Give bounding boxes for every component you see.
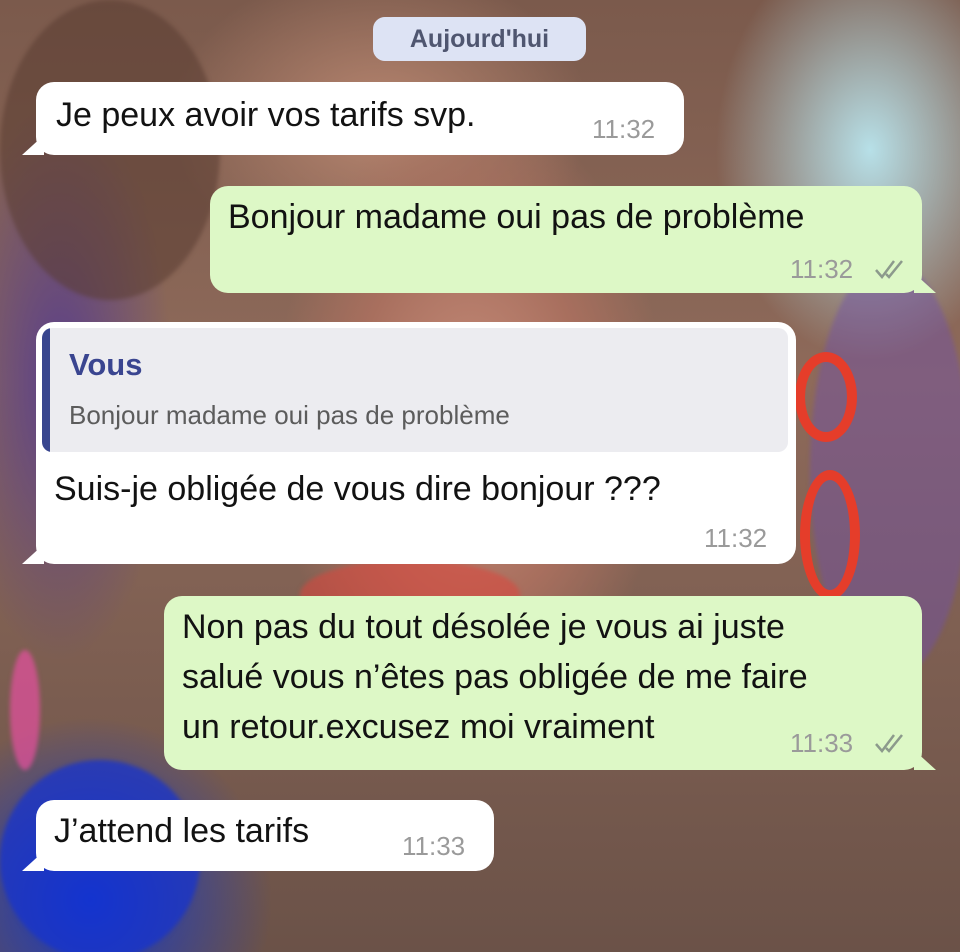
message-text: Suis-je obligée de vous dire bonjour ??? [54, 470, 661, 508]
outgoing-message[interactable]: Bonjour madame oui pas de problème 11:32 [210, 186, 936, 293]
message-time: 11:32 [592, 114, 656, 144]
bubble-tail [22, 135, 44, 155]
message-text: Je peux avoir vos tarifs svp. [56, 96, 476, 134]
bubble-tail [22, 544, 44, 564]
bubble-tail [914, 273, 936, 293]
message-time: 11:33 [402, 831, 466, 861]
message-text: J’attend les tarifs [54, 812, 310, 850]
bubble-tail [22, 851, 44, 871]
quote-accent-bar [42, 328, 50, 452]
incoming-message[interactable]: Je peux avoir vos tarifs svp. 11:32 [22, 82, 684, 155]
quote-text: Bonjour madame oui pas de problème [69, 400, 510, 430]
double-check-icon [875, 260, 903, 279]
date-separator: Aujourd'hui [373, 17, 586, 61]
message-text: Non pas du tout désolée je vous ai juste… [182, 608, 808, 746]
incoming-message[interactable]: J’attend les tarifs 11:33 [22, 800, 494, 871]
outgoing-message[interactable]: Non pas du tout désolée je vous ai juste… [164, 596, 936, 770]
incoming-reply-message[interactable]: Vous Bonjour madame oui pas de problème … [22, 322, 796, 564]
message-text: Bonjour madame oui pas de problème [228, 198, 805, 236]
quote-author: Vous [69, 347, 143, 382]
bubble-tail [914, 750, 936, 770]
double-check-icon [875, 734, 903, 753]
message-time: 11:32 [704, 523, 768, 553]
quoted-message[interactable]: Vous Bonjour madame oui pas de problème [42, 328, 788, 452]
message-time: 11:33 [790, 728, 854, 758]
message-time: 11:32 [790, 254, 854, 284]
